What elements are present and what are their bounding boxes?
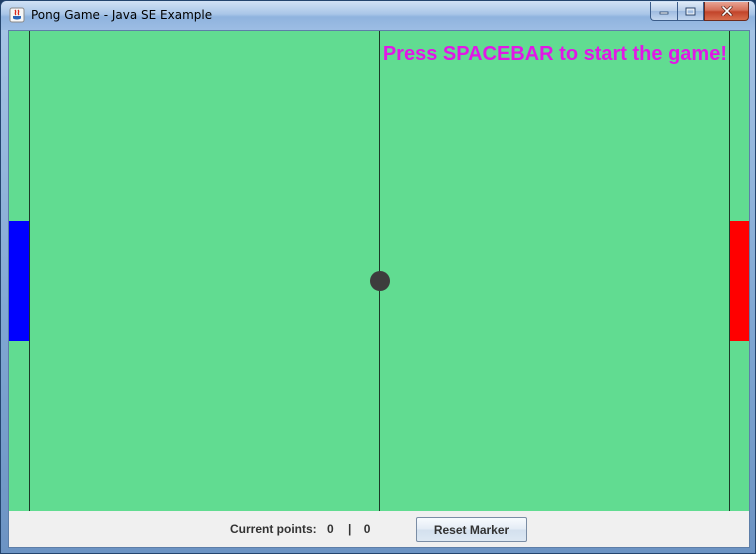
status-panel: Current points: 0 | 0 Reset Marker (9, 511, 749, 547)
maximize-icon (685, 7, 696, 15)
title-bar[interactable]: Pong Game - Java SE Example (1, 1, 755, 30)
reset-marker-button[interactable]: Reset Marker (416, 517, 527, 542)
caption-buttons (650, 2, 749, 21)
points-separator: | (348, 522, 352, 536)
right-paddle (730, 221, 749, 341)
court-canvas (9, 31, 749, 511)
player1-points: 0 (327, 522, 334, 536)
minimize-button[interactable] (650, 2, 677, 21)
player2-points: 0 (363, 522, 371, 536)
window-title: Pong Game - Java SE Example (31, 8, 213, 22)
java-app-icon (9, 7, 25, 23)
points-label: Current points: (230, 522, 317, 536)
game-court[interactable]: Press SPACEBAR to start the game! (9, 31, 749, 511)
left-paddle (9, 221, 29, 341)
start-message: Press SPACEBAR to start the game! (382, 43, 727, 65)
close-button[interactable] (704, 2, 749, 21)
maximize-button[interactable] (677, 2, 704, 21)
client-area: Press SPACEBAR to start the game! Curren… (8, 30, 750, 548)
minimize-icon (659, 11, 669, 15)
score-display: Current points: 0 | 0 (230, 522, 370, 536)
app-window: Pong Game - Java SE Example Press SPACEB… (0, 0, 756, 554)
ball (370, 271, 390, 291)
close-icon (721, 6, 732, 16)
